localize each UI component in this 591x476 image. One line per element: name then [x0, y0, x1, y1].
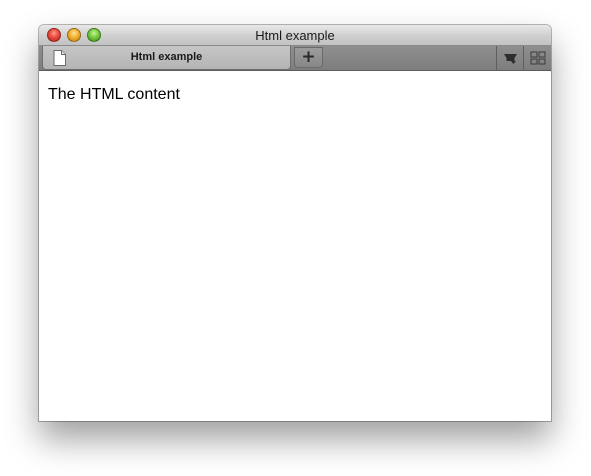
browser-window: Html example Html example + The HTML con… [39, 25, 551, 421]
reading-list-icon [504, 54, 517, 64]
title-bar: Html example [39, 25, 551, 46]
tab-active[interactable]: Html example [42, 46, 291, 70]
grid-icon [530, 51, 546, 65]
top-sites-button[interactable] [523, 46, 550, 70]
tab-label: Html example [130, 51, 203, 63]
content-text: The HTML content [48, 86, 180, 103]
page-content: The HTML content [39, 71, 551, 421]
reading-list-button[interactable] [496, 46, 523, 70]
tab-bar: Html example + [39, 46, 551, 71]
new-tab-button[interactable]: + [294, 47, 323, 68]
window-title: Html example [255, 28, 335, 43]
